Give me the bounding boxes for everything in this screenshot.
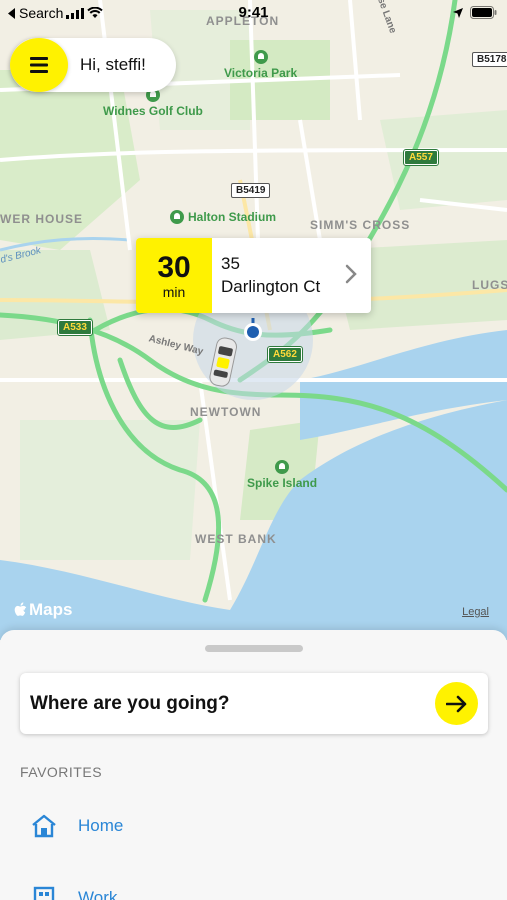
poi-widnes-golf-club[interactable]: Widnes Golf Club: [103, 88, 203, 118]
apple-logo-icon: [14, 602, 27, 616]
destination-search-prompt: Where are you going?: [30, 693, 230, 714]
menu-button[interactable]: [10, 38, 68, 92]
place-label-simms-cross: SIMM'S CROSS: [310, 218, 411, 232]
place-label-newtown: NEWTOWN: [190, 405, 262, 419]
poi-label: Victoria Park: [224, 66, 298, 80]
place-label-wer-house: WER HOUSE: [0, 212, 84, 226]
road-shield-b5419: B5419: [231, 183, 271, 198]
greeting-text: Hi, steffi!: [80, 55, 146, 74]
bottom-sheet[interactable]: Where are you going? FAVORITES Home Work: [0, 630, 507, 900]
eta-minutes: 30: [157, 250, 191, 284]
poi-spike-island[interactable]: Spike Island: [247, 460, 317, 490]
favorite-item-work[interactable]: Work: [30, 886, 117, 900]
status-time: 9:41: [238, 4, 269, 21]
legal-link[interactable]: Legal: [462, 606, 489, 618]
poi-label: Widnes Golf Club: [103, 104, 203, 118]
eta-badge: 30 min: [136, 238, 212, 313]
taxi-car-icon: [209, 337, 237, 387]
hamburger-menu-icon: [30, 57, 48, 73]
eta-unit: min: [162, 283, 186, 300]
place-label-west-bank: WEST BANK: [195, 532, 277, 546]
maps-attribution-text: Maps: [29, 600, 73, 619]
work-icon: [33, 886, 55, 900]
apple-maps-attribution: Maps: [13, 600, 72, 620]
place-label-lugs: LUGS: [472, 278, 507, 292]
sheet-grabber-handle[interactable]: [205, 645, 303, 652]
greeting-pill: Hi, steffi!: [10, 38, 176, 92]
park-pin-icon: [253, 50, 268, 64]
favorites-heading: FAVORITES: [20, 764, 103, 780]
poi-label: Halton Stadium: [188, 210, 277, 224]
road-shield-b5178: B5178: [472, 52, 507, 67]
favorite-label: Work: [78, 888, 118, 900]
road-shield-a533: A533: [57, 319, 93, 336]
poi-halton-stadium[interactable]: Halton Stadium: [170, 210, 276, 224]
favorite-item-home[interactable]: Home: [30, 814, 123, 838]
favorite-label: Home: [78, 816, 124, 835]
poi-victoria-park[interactable]: Victoria Park: [224, 50, 297, 80]
destination-search-field[interactable]: Where are you going?: [20, 673, 488, 734]
park-pin-icon: [275, 460, 290, 474]
search-go-button[interactable]: [435, 682, 478, 725]
stadium-pin-icon: [170, 210, 184, 224]
home-icon: [32, 814, 56, 838]
location-arrow-icon: [453, 7, 463, 18]
road-shield-a557: A557: [403, 149, 439, 166]
pickup-eta-card[interactable]: 30 min 35 Darlington Ct: [136, 238, 371, 313]
arrow-right-icon: [445, 695, 466, 712]
battery-icon: [470, 6, 497, 19]
poi-label: Spike Island: [247, 476, 318, 490]
map-view[interactable]: APPLETON SIMM'S CROSS NEWTOWN WEST BANK …: [0, 0, 507, 640]
status-bar: Search 9:41: [0, 0, 507, 28]
chevron-right-icon: [345, 264, 357, 284]
road-shield-a562: A562: [267, 346, 303, 363]
